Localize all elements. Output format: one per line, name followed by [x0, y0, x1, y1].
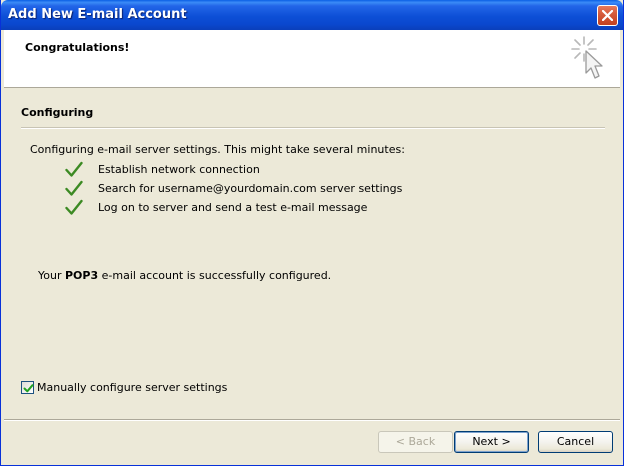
- title-bar[interactable]: Add New E-mail Account: [1, 0, 623, 30]
- section-title: Configuring: [21, 106, 94, 119]
- checkmark-icon: [65, 161, 83, 177]
- checkmark-icon: [65, 180, 83, 196]
- step-label: Establish network connection: [98, 163, 260, 176]
- intro-text: Configuring e-mail server settings. This…: [30, 143, 405, 156]
- result-prefix: Your: [38, 269, 65, 282]
- result-message: Your POP3 e-mail account is successfully…: [38, 269, 331, 282]
- checkmark-icon: [65, 199, 83, 215]
- close-icon: [602, 10, 613, 21]
- section-divider: [21, 127, 605, 129]
- manual-config-label[interactable]: Manually configure server settings: [37, 381, 227, 394]
- checkbox-box[interactable]: [21, 381, 34, 394]
- wizard-cursor-icon: [571, 36, 603, 79]
- header-panel: Congratulations!: [4, 30, 620, 88]
- result-suffix: e-mail account is successfully configure…: [98, 269, 332, 282]
- next-button[interactable]: Next >: [454, 431, 529, 453]
- header-title: Congratulations!: [25, 41, 130, 54]
- window-title: Add New E-mail Account: [8, 7, 187, 22]
- step-label: Log on to server and send a test e-mail …: [98, 201, 368, 214]
- add-email-account-dialog: Add New E-mail Account Congratulations! …: [0, 0, 624, 466]
- close-button[interactable]: [597, 5, 618, 26]
- account-type: POP3: [64, 269, 99, 282]
- checkbox-check-icon: [23, 384, 34, 393]
- back-button[interactable]: < Back: [378, 431, 453, 453]
- footer-divider: [4, 419, 620, 421]
- step-label: Search for username@yourdomain.com serve…: [98, 182, 403, 195]
- cancel-button[interactable]: Cancel: [538, 431, 613, 453]
